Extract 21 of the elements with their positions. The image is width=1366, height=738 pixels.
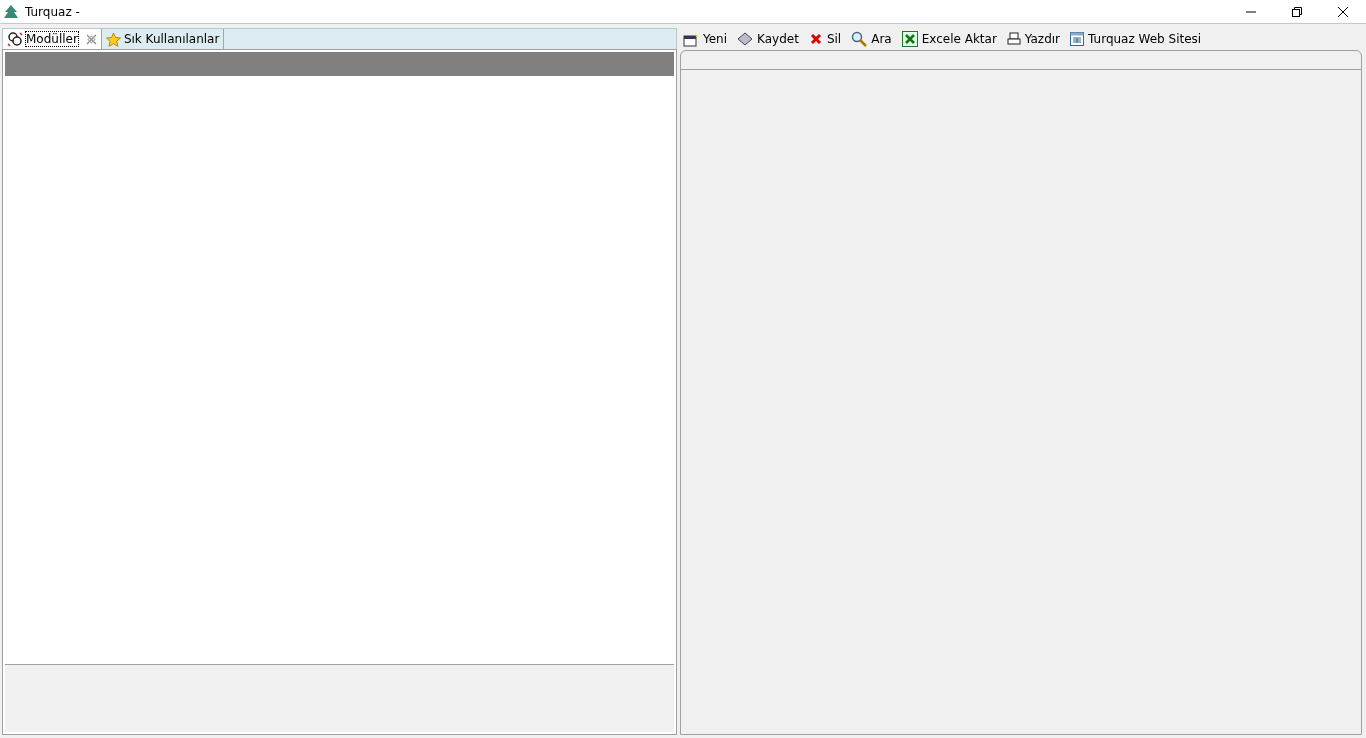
toolbar-button[interactable]: Ara	[851, 31, 892, 47]
star-icon	[105, 31, 121, 47]
toolbar-button[interactable]: Yeni	[683, 31, 728, 47]
close-icon	[1337, 5, 1349, 18]
new-window-icon	[683, 31, 699, 47]
tab[interactable]: Modüller	[3, 29, 102, 49]
close-icon[interactable]	[85, 33, 97, 45]
toolbar-button[interactable]: Sil	[808, 32, 842, 46]
search-icon	[851, 31, 868, 47]
gears-icon	[7, 31, 23, 47]
toolbar-button[interactable]: Turquaz Web Sitesi	[1070, 32, 1202, 46]
app-logo-icon	[3, 3, 19, 20]
restore-icon	[1292, 6, 1302, 17]
printer-icon	[1006, 32, 1021, 46]
window-title: Turquaz -	[25, 4, 81, 19]
spreadsheet-icon	[901, 31, 918, 47]
toolbar-button[interactable]: Kaydet	[737, 31, 799, 47]
toolbar-button[interactable]: Yazdır	[1006, 32, 1061, 46]
web-page-icon	[1070, 32, 1085, 46]
delete-icon	[808, 32, 823, 46]
toolbar-button[interactable]: Excele Aktar	[901, 31, 997, 47]
